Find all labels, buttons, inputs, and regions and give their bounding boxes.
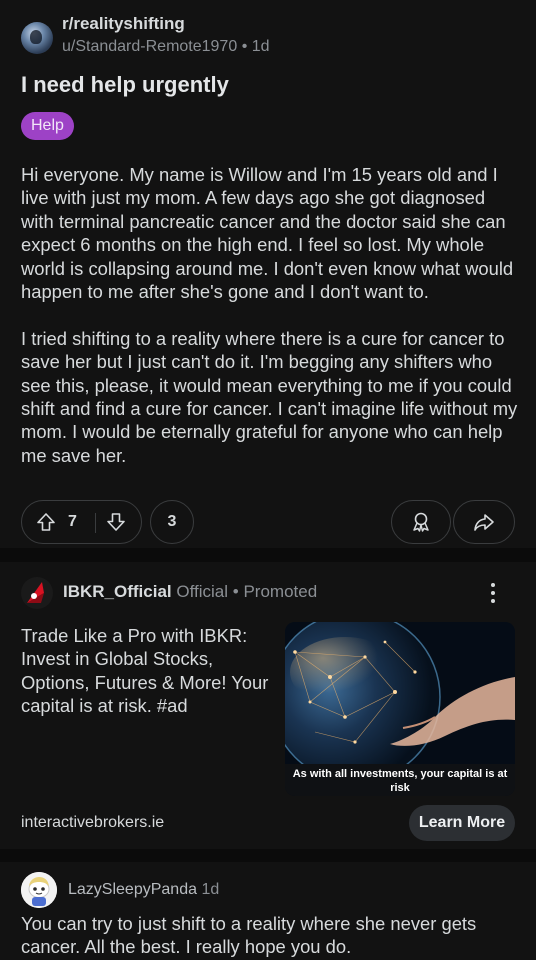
award-icon <box>413 512 429 532</box>
subreddit-name[interactable]: r/realityshifting <box>62 14 185 34</box>
downvote-icon[interactable] <box>106 512 126 532</box>
promoted-post[interactable]: IBKR_Official Official • Promoted Trade … <box>0 562 536 849</box>
comment-item[interactable]: LazySleepyPanda 1d You can try to just s… <box>0 862 536 960</box>
upvote-icon[interactable] <box>36 512 56 532</box>
ad-image[interactable]: As with all investments, your capital is… <box>285 622 515 796</box>
comment-age: 1d <box>201 881 220 898</box>
advertiser-name[interactable]: IBKR_Official <box>63 582 172 601</box>
post-card[interactable]: r/realityshifting u/Standard-Remote1970 … <box>0 0 536 548</box>
official-label: Official <box>176 582 229 601</box>
learn-more-button[interactable]: Learn More <box>409 805 515 841</box>
vote-divider <box>95 513 96 533</box>
post-age: 1d <box>251 38 270 55</box>
share-button[interactable] <box>453 500 515 544</box>
comments-button[interactable]: 3 <box>150 500 194 544</box>
more-options-icon[interactable] <box>490 583 496 603</box>
commenter-name[interactable]: LazySleepyPanda <box>68 881 197 898</box>
comment-meta: LazySleepyPanda 1d <box>68 881 219 899</box>
ad-url[interactable]: interactivebrokers.ie <box>21 814 164 832</box>
post-author[interactable]: u/Standard-Remote1970 <box>62 38 237 55</box>
subreddit-avatar[interactable] <box>21 22 53 54</box>
post-title[interactable]: I need help urgently <box>21 72 229 98</box>
comment-count: 3 <box>167 513 177 530</box>
meta-separator: • <box>232 582 239 601</box>
post-body-paragraph: I tried shifting to a reality where ther… <box>21 327 518 466</box>
ibkr-logo-icon <box>27 582 44 603</box>
advertiser-logo[interactable] <box>21 577 53 609</box>
post-body[interactable]: Hi everyone. My name is Willow and I'm 1… <box>21 163 521 467</box>
commenter-avatar[interactable] <box>21 872 57 908</box>
ad-meta: IBKR_Official Official • Promoted <box>63 582 317 602</box>
post-meta: u/Standard-Remote1970 • 1d <box>62 38 270 56</box>
post-body-paragraph: Hi everyone. My name is Willow and I'm 1… <box>21 164 514 303</box>
ad-headline[interactable]: Trade Like a Pro with IBKR: Invest in Gl… <box>21 624 271 718</box>
meta-separator: • <box>241 38 248 55</box>
promoted-label: Promoted <box>243 582 318 601</box>
post-flair[interactable]: Help <box>21 112 74 140</box>
post-actions: 7 3 <box>21 500 515 544</box>
comment-text: You can try to just shift to a reality w… <box>21 913 477 958</box>
snoo-avatar-icon <box>21 872 57 908</box>
vote-control: 7 <box>21 500 142 544</box>
award-button[interactable] <box>391 500 451 544</box>
upvote-count: 7 <box>68 513 77 530</box>
ad-image-caption: As with all investments, your capital is… <box>285 764 515 796</box>
globe-network-image <box>285 622 515 783</box>
share-icon <box>474 514 494 531</box>
